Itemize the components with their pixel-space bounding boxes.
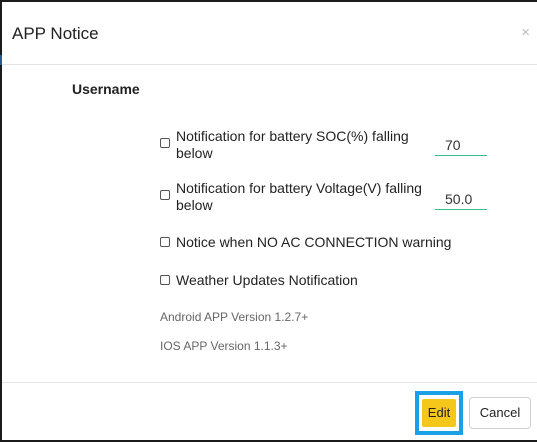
ac-connection-label: Notice when NO AC CONNECTION warning bbox=[176, 234, 452, 250]
ac-connection-checkbox[interactable] bbox=[160, 237, 170, 247]
dialog-header: APP Notice × bbox=[2, 2, 537, 65]
weather-label: Weather Updates Notification bbox=[176, 272, 358, 288]
voltage-label-line1: Notification for battery Voltage(V) fall… bbox=[176, 180, 422, 196]
voltage-checkbox[interactable] bbox=[160, 190, 170, 200]
voltage-label-line2: below bbox=[176, 197, 213, 213]
edit-button[interactable]: Edit bbox=[422, 399, 456, 427]
ios-version-text: IOS APP Version 1.1.3+ bbox=[160, 339, 288, 353]
username-label: Username bbox=[72, 81, 140, 97]
close-icon[interactable]: × bbox=[521, 24, 530, 41]
weather-checkbox[interactable] bbox=[160, 275, 170, 285]
soc-checkbox[interactable] bbox=[160, 138, 170, 148]
dialog-title: APP Notice bbox=[12, 24, 99, 43]
edit-button-highlight: Edit bbox=[415, 391, 463, 435]
android-version-text: Android APP Version 1.2.7+ bbox=[160, 310, 309, 324]
soc-threshold-input[interactable] bbox=[435, 134, 487, 156]
voltage-threshold-input[interactable] bbox=[435, 188, 487, 210]
soc-label-line2: below bbox=[176, 145, 213, 161]
window-frame: APP Notice × Username Notification for b… bbox=[0, 0, 537, 442]
app-notice-dialog: APP Notice × Username Notification for b… bbox=[2, 2, 537, 440]
soc-label-line1: Notification for battery SOC(%) falling bbox=[176, 128, 409, 144]
cancel-button[interactable]: Cancel bbox=[469, 397, 531, 429]
